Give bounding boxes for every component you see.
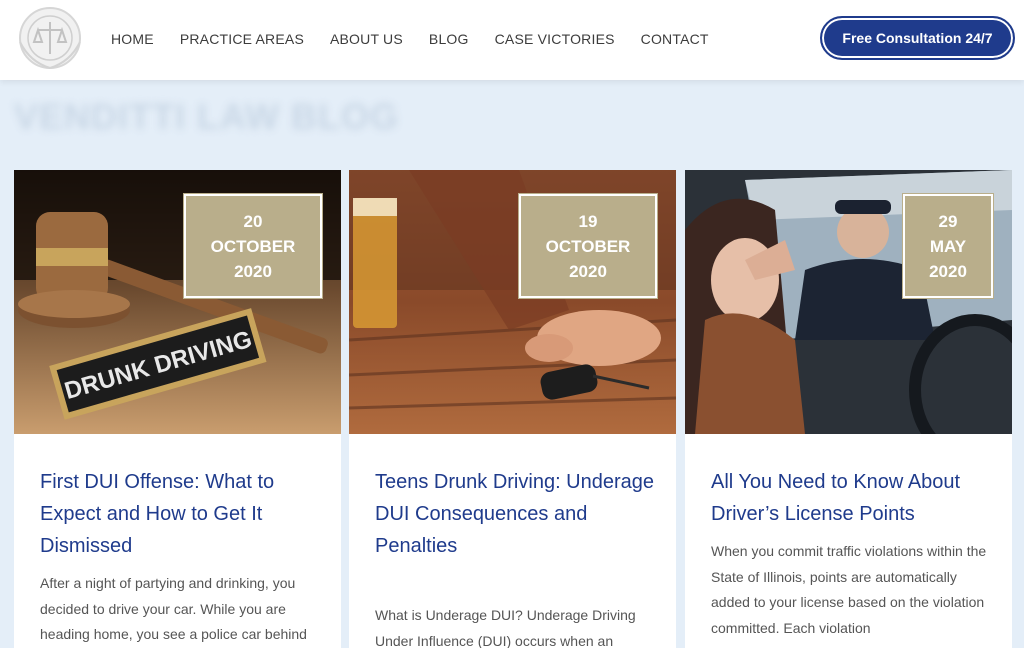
blog-card: DRUNK DRIVING 20 OCTOBER 2020 First DUI … xyxy=(14,170,341,648)
nav-about-us[interactable]: ABOUT US xyxy=(330,31,403,47)
site-header: HOME PRACTICE AREAS ABOUT US BLOG CASE V… xyxy=(0,0,1024,80)
date-year: 2020 xyxy=(569,261,607,281)
post-title[interactable]: Teens Drunk Driving: Underage DUI Conseq… xyxy=(375,466,655,562)
date-day: 19 xyxy=(578,211,598,231)
date-badge: 19 OCTOBER 2020 xyxy=(518,193,658,299)
post-image-car-keys[interactable]: 19 OCTOBER 2020 xyxy=(349,170,676,434)
nav-practice-areas[interactable]: PRACTICE AREAS xyxy=(180,31,304,47)
main-nav: HOME PRACTICE AREAS ABOUT US BLOG CASE V… xyxy=(98,0,722,78)
site-logo[interactable] xyxy=(10,2,90,76)
post-excerpt: After a night of partying and drinking, … xyxy=(40,575,307,642)
blog-card: 19 OCTOBER 2020 Teens Drunk Driving: Und… xyxy=(349,170,676,648)
date-month: OCTOBER xyxy=(545,236,631,256)
nav-blog[interactable]: BLOG xyxy=(429,31,469,47)
free-consultation-button[interactable]: Free Consultation 24/7 xyxy=(820,16,1015,60)
post-title[interactable]: First DUI Offense: What to Expect and Ho… xyxy=(40,466,320,562)
nav-home[interactable]: HOME xyxy=(111,31,154,47)
nav-contact[interactable]: CONTACT xyxy=(641,31,709,47)
date-year: 2020 xyxy=(929,261,967,281)
page-title: VENDITTI LAW BLOG xyxy=(14,96,399,137)
date-year: 2020 xyxy=(234,261,272,281)
post-title[interactable]: All You Need to Know About Driver’s Lice… xyxy=(711,466,991,530)
blog-card: 29 MAY 2020 All You Need to Know About D… xyxy=(685,170,1012,648)
date-month: OCTOBER xyxy=(210,236,296,256)
date-day: 20 xyxy=(243,211,263,231)
post-image-gavel[interactable]: DRUNK DRIVING 20 OCTOBER 2020 xyxy=(14,170,341,434)
post-excerpt: What is Underage DUI? Underage Driving U… xyxy=(375,607,636,648)
date-badge: 29 MAY 2020 xyxy=(902,193,994,299)
date-month: MAY xyxy=(929,236,967,256)
date-badge: 20 OCTOBER 2020 xyxy=(183,193,323,299)
post-excerpt: When you commit traffic violations withi… xyxy=(711,543,987,636)
post-image-traffic-stop[interactable]: 29 MAY 2020 xyxy=(685,170,1012,434)
nav-case-victories[interactable]: CASE VICTORIES xyxy=(495,31,615,47)
date-day: 29 xyxy=(938,211,958,231)
